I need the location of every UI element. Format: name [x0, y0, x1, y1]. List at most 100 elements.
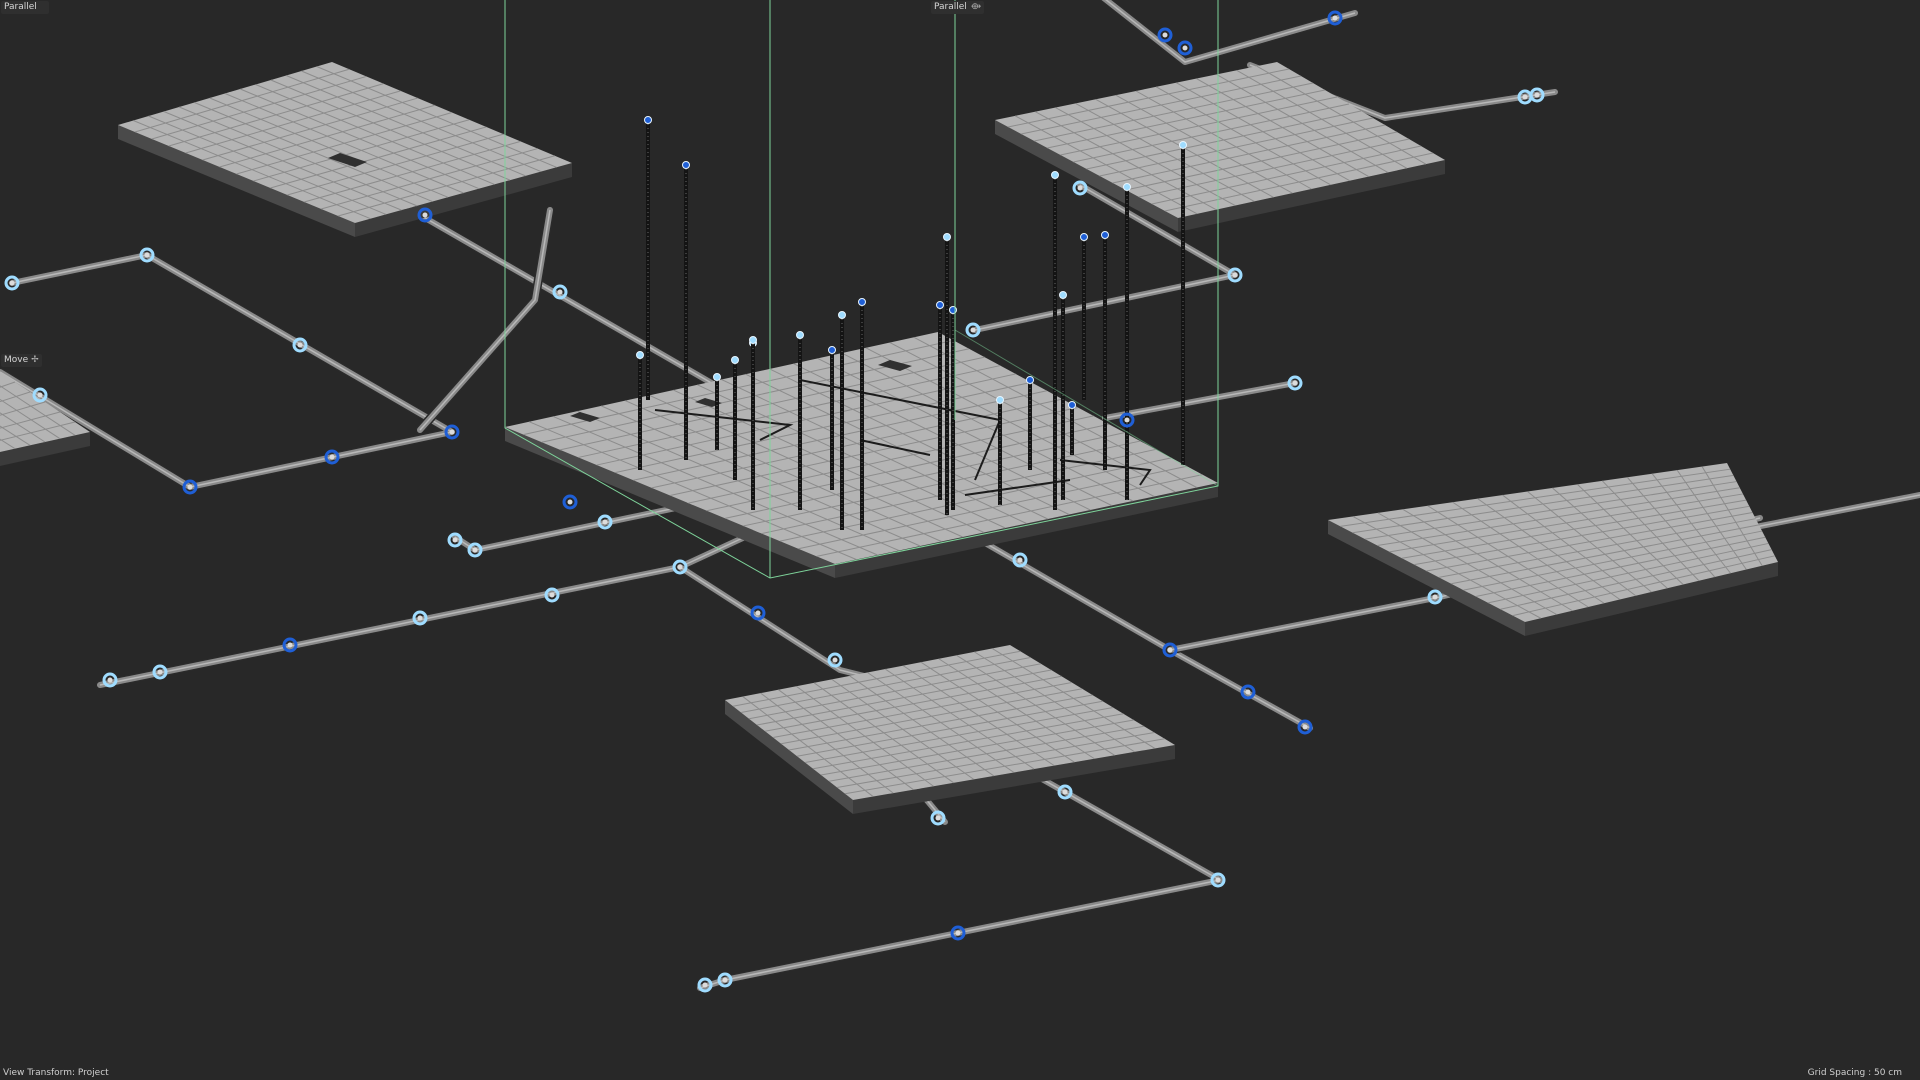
slab-top — [995, 62, 1445, 218]
pipe-node-core — [1522, 94, 1528, 100]
pipe-body — [1101, 0, 1358, 65]
pipe-node-core — [1215, 877, 1221, 883]
pipe-node-core — [955, 930, 961, 936]
pipe-center-down — [675, 562, 905, 690]
pipe-node-core — [832, 657, 838, 663]
pipe-node-core — [297, 342, 303, 348]
pipe-left-long — [95, 525, 765, 690]
pipe-node-core — [1332, 15, 1338, 21]
pipe-node-core — [1245, 689, 1251, 695]
scene-canvas[interactable] — [0, 0, 1920, 1080]
rebar-cap — [943, 233, 951, 241]
rebar-cap — [1059, 291, 1067, 299]
rebar-cap — [1026, 376, 1034, 384]
pipe-node-core — [677, 564, 683, 570]
pipe-node-core — [549, 592, 555, 598]
pipe-left-stub — [450, 500, 695, 555]
pipe-node-core — [1534, 92, 1540, 98]
pipe-highlight — [0, 254, 453, 488]
rebar-cap — [828, 346, 836, 354]
pipe-node-core — [449, 429, 455, 435]
pipe-node-core — [602, 519, 608, 525]
rebar-cap — [858, 298, 866, 306]
pipe-node-core — [9, 280, 15, 286]
3d-viewport[interactable]: Parallel Parallel ⟴ Move ✢ View Transform:… — [0, 0, 1920, 1080]
rebar-cap — [796, 331, 804, 339]
rebar-cap — [996, 396, 1004, 404]
pipe-node-core — [1432, 594, 1438, 600]
slab-top-right — [995, 62, 1445, 232]
pipe-right-edge — [1735, 490, 1920, 535]
pipe-node-core — [422, 212, 428, 218]
rebar-cap — [1123, 183, 1131, 191]
rebar-cap — [749, 336, 757, 344]
pipe-node-core — [1167, 647, 1173, 653]
pipe-shadow — [415, 205, 555, 435]
pipe-node-core — [1124, 417, 1130, 423]
pipe-body — [417, 207, 553, 433]
rebar-cap — [1101, 231, 1109, 239]
pipe-node-core — [144, 252, 150, 258]
pipe-node-core — [970, 327, 976, 333]
pipe-highlight — [419, 209, 551, 431]
pipe-node-core — [107, 677, 113, 683]
pipe-node-core — [329, 454, 335, 460]
pipe-node-core — [157, 669, 163, 675]
rebar-rod — [644, 116, 652, 400]
pipe-node-core — [1302, 724, 1308, 730]
pipe-node-core — [472, 547, 478, 553]
pipe-ghost — [415, 205, 555, 435]
pipe-node-core — [935, 815, 941, 821]
move-arrows-icon: ✢ — [31, 355, 39, 365]
rebar-cap — [636, 351, 644, 359]
pipe-highlight — [1739, 494, 1920, 531]
camera-projection-label-right[interactable]: Parallel ⟴ — [931, 1, 985, 14]
slab-bottom — [725, 645, 1175, 814]
rebar-rod — [1080, 233, 1088, 400]
pipe-node-core — [417, 615, 423, 621]
pipe-node-core — [37, 392, 43, 398]
pipe-shadow — [95, 525, 765, 690]
pipe-body — [0, 252, 455, 490]
pipe-node-core — [1062, 789, 1068, 795]
slab-top — [725, 645, 1175, 800]
tool-name: Move — [4, 355, 29, 365]
pipe-top — [1099, 0, 1360, 67]
pipe-node-core — [1017, 557, 1023, 563]
camera-projection-label-left[interactable]: Parallel — [1, 1, 49, 14]
pipe-node-core — [1292, 380, 1298, 386]
pipe-node-core — [452, 537, 458, 543]
slab-top-left — [118, 62, 572, 237]
pipe-node-core — [1077, 185, 1083, 191]
pipe-highlight — [699, 774, 1221, 989]
camera-icon: ⟴ — [970, 2, 982, 12]
camera-projection-text: Parallel — [4, 2, 37, 12]
pipe-node-core — [287, 642, 293, 648]
pipe-node-core — [187, 484, 193, 490]
rebar-cap — [1068, 401, 1076, 409]
pipe-node-core — [722, 977, 728, 983]
active-tool-label: Move ✢ — [1, 354, 42, 367]
pipe-body — [677, 564, 903, 688]
pipe-shadow — [0, 250, 457, 492]
rebar-cap — [1179, 141, 1187, 149]
pipe-left-loop — [0, 250, 457, 492]
rebar-cap — [644, 116, 652, 124]
rebar-cap — [838, 311, 846, 319]
pipe-right-mid — [1100, 378, 1300, 423]
pipe-node-core — [755, 610, 761, 616]
pipe-node-core — [1162, 32, 1168, 38]
pipe-bottom-loop — [695, 770, 1225, 993]
pipe-node-core — [702, 982, 708, 988]
pipe-node-core — [1182, 45, 1188, 51]
pipe-highlight — [1104, 382, 1296, 419]
rebar-cap — [936, 301, 944, 309]
rebar-cap — [1080, 233, 1088, 241]
pipe-node-core — [557, 289, 563, 295]
pipe-node-core — [567, 499, 573, 505]
rebar-cap — [682, 161, 690, 169]
pipe-shadow — [695, 770, 1225, 993]
rebar-cap — [713, 373, 721, 381]
rebar-cap — [1051, 171, 1059, 179]
view-transform-status: View Transform: Project — [3, 1068, 109, 1078]
